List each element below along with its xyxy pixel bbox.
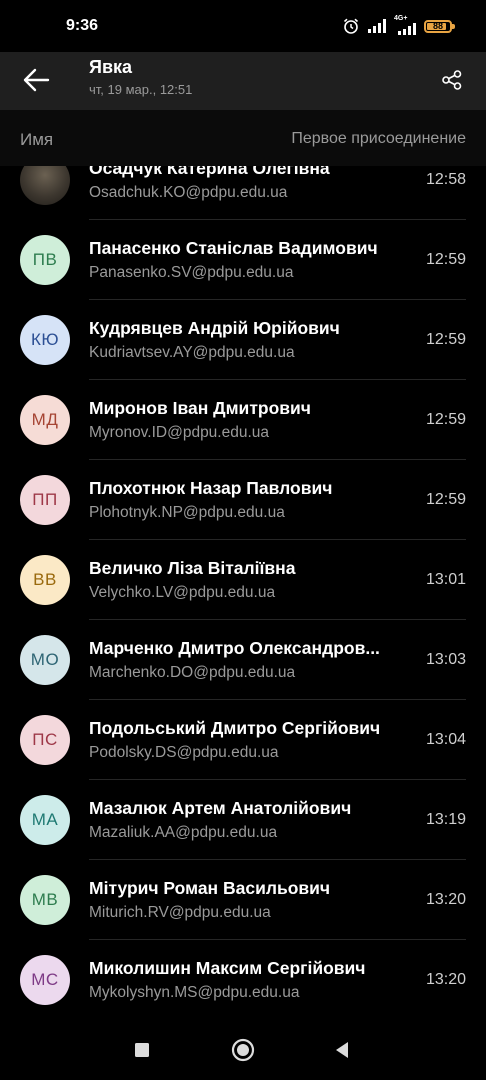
participant-row[interactable]: МВ Мітурич Роман Васильович Miturich.RV@pd… xyxy=(0,860,486,940)
alarm-icon xyxy=(342,17,360,35)
signal-4g-icon: 4G+ xyxy=(394,15,416,35)
participant-email: Podolsky.DS@pdpu.edu.ua xyxy=(89,744,279,761)
participant-email: Mazaliuk.AA@pdpu.edu.ua xyxy=(89,824,278,841)
participant-name: Панасенко Станіслав Вадимович xyxy=(89,238,378,258)
system-back-button[interactable] xyxy=(322,1030,362,1070)
participant-email: Plohotnyk.NP@pdpu.edu.ua xyxy=(89,504,285,521)
column-first-joined[interactable]: Первое присоединение xyxy=(291,130,466,148)
participant-join-time: 12:59 xyxy=(425,251,466,268)
participant-avatar: МД xyxy=(20,395,70,445)
page-title: Явка xyxy=(89,57,133,77)
participant-list[interactable]: Осадчук Катерина Олегівна Osadchuk.KO@pdp… xyxy=(0,166,486,1020)
participant-email: Velychko.LV@pdpu.edu.ua xyxy=(89,584,276,601)
participant-join-time: 13:20 xyxy=(425,891,466,908)
participant-row[interactable]: ПВ Панасенко Станіслав Вадимович Panasenko… xyxy=(0,220,486,300)
square-icon xyxy=(135,1043,149,1057)
participant-avatar: ПП xyxy=(20,475,70,525)
participant-email: Kudriavtsev.AY@pdpu.edu.ua xyxy=(89,344,295,361)
share-button[interactable] xyxy=(432,60,472,100)
participant-name: Мазалюк Артем Анатолійович xyxy=(89,798,352,818)
participant-join-time: 13:04 xyxy=(425,731,466,748)
arrow-left-icon xyxy=(23,68,50,92)
participant-row[interactable]: ПП Плохотнюк Назар Павлович Plohotnyk.NP@p… xyxy=(0,460,486,540)
circle-home-icon xyxy=(231,1038,255,1062)
participant-name: Кудрявцев Андрій Юрійович xyxy=(89,318,340,338)
participant-email: Mykolyshyn.MS@pdpu.edu.ua xyxy=(89,984,300,1001)
participant-name: Плохотнюк Назар Павлович xyxy=(89,478,333,498)
status-bar: 9:36 4G+ 88 xyxy=(0,0,486,52)
participant-row[interactable]: МС Миколишин Максим Сергійович Mykolyshyn.… xyxy=(0,940,486,1020)
battery-icon: 88 xyxy=(424,19,455,33)
participant-join-time: 13:20 xyxy=(425,971,466,988)
battery-level: 88 xyxy=(432,20,443,31)
participant-name: Миронов Іван Дмитрович xyxy=(89,398,311,418)
signal-icon xyxy=(368,19,386,33)
participant-row[interactable]: МО Марченко Дмитро Олександров... Marchenk… xyxy=(0,620,486,700)
participant-row[interactable]: КЮ Кудрявцев Андрій Юрійович Kudriavtsev.A… xyxy=(0,300,486,380)
participant-email: Marchenko.DO@pdpu.edu.ua xyxy=(89,664,296,681)
participant-photo xyxy=(20,166,70,205)
column-header: Имя Первое присоединение xyxy=(0,110,486,166)
participant-avatar: МВ xyxy=(20,875,70,925)
meeting-date: чт, 19 мар., 12:51 xyxy=(89,82,193,97)
participant-row[interactable]: Осадчук Катерина Олегівна Osadchuk.KO@pdp… xyxy=(0,166,486,220)
status-time: 9:36 xyxy=(66,17,99,34)
back-button[interactable] xyxy=(14,58,58,102)
participant-join-time: 12:59 xyxy=(425,331,466,348)
recent-apps-button[interactable] xyxy=(122,1030,162,1070)
participant-avatar: МО xyxy=(20,635,70,685)
participant-avatar: ВВ xyxy=(20,555,70,605)
participant-avatar: МА xyxy=(20,795,70,845)
participant-avatar: ПС xyxy=(20,715,70,765)
participant-join-time: 13:03 xyxy=(425,651,466,668)
participant-email: Miturich.RV@pdpu.edu.ua xyxy=(89,904,271,921)
participant-join-time: 12:58 xyxy=(425,171,466,188)
column-name[interactable]: Имя xyxy=(20,130,53,150)
participant-join-time: 13:19 xyxy=(425,811,466,828)
share-icon xyxy=(442,70,462,90)
participant-row[interactable]: ВВ Величко Ліза Віталіївна Velychko.LV@pdp… xyxy=(0,540,486,620)
participant-join-time: 13:01 xyxy=(425,571,466,588)
participant-email: Panasenko.SV@pdpu.edu.ua xyxy=(89,264,294,281)
participant-name: Осадчук Катерина Олегівна xyxy=(89,166,330,178)
app-bar: Явка чт, 19 мар., 12:51 xyxy=(0,52,486,110)
participant-name: Подольський Дмитро Сергійович xyxy=(89,718,381,738)
participant-name: Мітурич Роман Васильович xyxy=(89,878,331,898)
participant-avatar: МС xyxy=(20,955,70,1005)
participant-name: Марченко Дмитро Олександров... xyxy=(89,638,380,658)
participant-row[interactable]: МД Миронов Іван Дмитрович Myronov.ID@pdpu.… xyxy=(0,380,486,460)
participant-row[interactable]: МА Мазалюк Артем Анатолійович Mazaliuk.AA@… xyxy=(0,780,486,860)
participant-list-content: Осадчук Катерина Олегівна Osadchuk.KO@pdp… xyxy=(0,166,486,1020)
participant-email: Osadchuk.KO@pdpu.edu.ua xyxy=(89,184,288,201)
triangle-back-icon xyxy=(336,1042,348,1058)
participant-name: Миколишин Максим Сергійович xyxy=(89,958,366,978)
participant-join-time: 12:59 xyxy=(425,411,466,428)
participant-name: Величко Ліза Віталіївна xyxy=(89,558,296,578)
participant-row[interactable]: ПС Подольський Дмитро Сергійович Podolsky.… xyxy=(0,700,486,780)
attendance-screen: 9:36 4G+ 88 Явка чт, 19 мар., 12:51 Имя … xyxy=(0,0,486,1080)
participant-email: Myronov.ID@pdpu.edu.ua xyxy=(89,424,270,441)
participant-join-time: 12:59 xyxy=(425,491,466,508)
participant-avatar: ПВ xyxy=(20,235,70,285)
status-icons: 4G+ 88 xyxy=(342,15,455,37)
home-button[interactable] xyxy=(223,1030,263,1070)
navigation-bar xyxy=(0,1020,486,1080)
participant-avatar: КЮ xyxy=(20,315,70,365)
